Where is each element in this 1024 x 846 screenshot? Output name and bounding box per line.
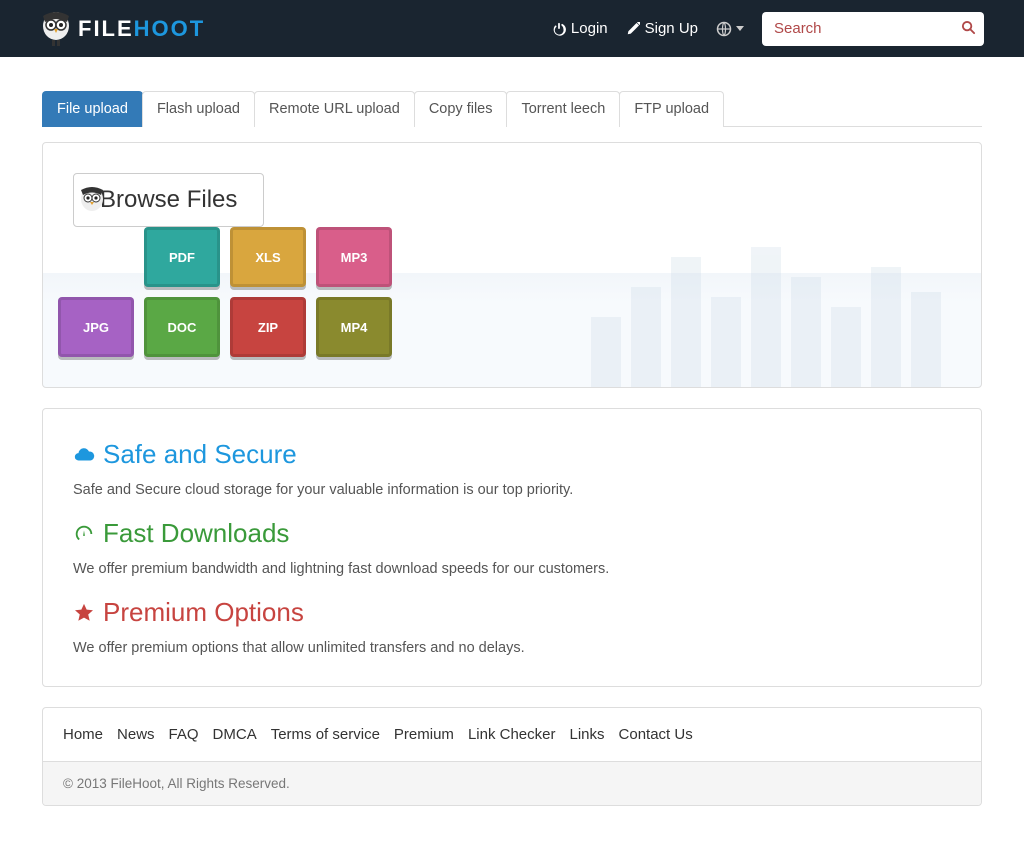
tab-copy-files[interactable]: Copy files <box>414 91 508 127</box>
crate-mp3: MP3 <box>316 227 392 287</box>
pencil-icon <box>626 22 640 36</box>
owl-logo-icon <box>40 10 72 48</box>
footer-link-contact[interactable]: Contact Us <box>619 726 693 743</box>
signup-label: Sign Up <box>645 20 698 37</box>
search-button[interactable] <box>961 20 976 38</box>
footer-link-terms[interactable]: Terms of service <box>271 726 380 743</box>
footer-link-premium[interactable]: Premium <box>394 726 454 743</box>
owl-mini-icon <box>78 185 106 215</box>
crate-zip: ZIP <box>230 297 306 357</box>
dashboard-icon <box>73 523 95 545</box>
navbar: FILEHOOT Login Sign Up <box>0 0 1024 57</box>
footer-link-home[interactable]: Home <box>63 726 103 743</box>
language-dropdown[interactable] <box>716 21 744 37</box>
feature-fast: Fast Downloads We offer premium bandwidt… <box>73 518 951 577</box>
tab-flash-upload[interactable]: Flash upload <box>142 91 255 127</box>
login-label: Login <box>571 20 608 37</box>
feature-premium-title: Premium Options <box>103 597 304 628</box>
feature-premium: Premium Options We offer premium options… <box>73 597 951 656</box>
feature-safe: Safe and Secure Safe and Secure cloud st… <box>73 439 951 498</box>
login-link[interactable]: Login <box>552 20 608 37</box>
logo-text: FILEHOOT <box>78 16 205 42</box>
feature-fast-title: Fast Downloads <box>103 518 289 549</box>
upload-tabs: File upload Flash upload Remote URL uplo… <box>42 91 982 127</box>
crate-doc: DOC <box>144 297 220 357</box>
crate-xls: XLS <box>230 227 306 287</box>
tab-torrent-leech[interactable]: Torrent leech <box>506 91 620 127</box>
signup-link[interactable]: Sign Up <box>626 20 698 37</box>
file-type-crates: PDF XLS MP3 JPG DOC ZIP MP4 <box>58 227 936 357</box>
feature-safe-body: Safe and Secure cloud storage for your v… <box>73 482 951 498</box>
crate-mp4: MP4 <box>316 297 392 357</box>
footer-link-dmca[interactable]: DMCA <box>213 726 257 743</box>
features-panel: Safe and Secure Safe and Secure cloud st… <box>42 408 982 687</box>
globe-icon <box>716 21 732 37</box>
tab-ftp-upload[interactable]: FTP upload <box>619 91 724 127</box>
footer-link-news[interactable]: News <box>117 726 155 743</box>
search-wrap <box>762 12 984 46</box>
tab-file-upload[interactable]: File upload <box>42 91 143 127</box>
feature-premium-body: We offer premium options that allow unli… <box>73 640 951 656</box>
footer-link-faq[interactable]: FAQ <box>169 726 199 743</box>
footer-link-link-checker[interactable]: Link Checker <box>468 726 556 743</box>
search-icon <box>961 20 976 35</box>
caret-down-icon <box>736 26 744 31</box>
search-input[interactable] <box>762 12 984 46</box>
footer-link-links[interactable]: Links <box>569 726 604 743</box>
tab-remote-url-upload[interactable]: Remote URL upload <box>254 91 415 127</box>
feature-fast-body: We offer premium bandwidth and lightning… <box>73 561 951 577</box>
crate-jpg: JPG <box>58 297 134 357</box>
footer-links: Home News FAQ DMCA Terms of service Prem… <box>43 708 981 761</box>
footer: Home News FAQ DMCA Terms of service Prem… <box>42 707 982 806</box>
star-icon <box>73 602 95 624</box>
power-icon <box>552 22 566 36</box>
upload-panel: Browse Files PDF XLS MP3 JPG DOC ZIP MP <box>42 142 982 388</box>
logo[interactable]: FILEHOOT <box>40 10 205 48</box>
feature-safe-title: Safe and Secure <box>103 439 297 470</box>
crate-pdf: PDF <box>144 227 220 287</box>
cloud-icon <box>73 444 95 466</box>
